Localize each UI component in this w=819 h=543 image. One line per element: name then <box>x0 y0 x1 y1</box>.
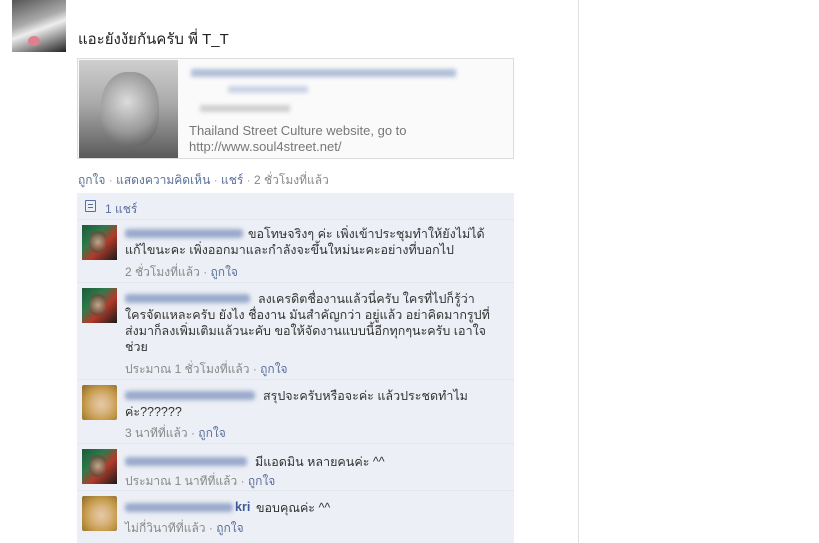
commenter-name-visible[interactable]: kri <box>235 499 250 515</box>
comments-section: 1 แชร์ ขอโทษจริงๆ ค่ะ เพิ่งเข้าประชุมทำใ… <box>77 193 514 543</box>
comment-body: kri ขอบคุณค่ะ ^^ <box>125 500 495 516</box>
comment-body: ลงเครดิตชื่องานแล้วนี่ครับ ใครที่ไปก็รู้… <box>125 291 495 355</box>
commenter-avatar[interactable] <box>82 225 117 260</box>
separator: · <box>246 173 254 187</box>
commenter-avatar[interactable] <box>82 288 117 323</box>
link-source-redacted <box>200 105 290 112</box>
comment-body: ขอโทษจริงๆ ค่ะ เพิ่งเข้าประชุมทำให้ยังไม… <box>125 226 495 258</box>
post-message: แอะยังงัยกันครับ พี่ T_T <box>78 31 229 48</box>
commenter-name-redacted[interactable] <box>125 228 245 238</box>
comment-time[interactable]: 2 ชั่วโมงที่แล้ว <box>125 265 200 279</box>
commenter-name-redacted[interactable] <box>125 293 255 303</box>
comment-item: สรุปจะครับหรือจะค่ะ แล้วประชดทำไมค่ะ????… <box>77 381 514 444</box>
post-actions: ถูกใจ · แสดงความคิดเห็น · แชร์ · 2 ชั่วโ… <box>78 171 329 190</box>
separator: · <box>108 173 117 187</box>
link-url-redacted <box>228 86 308 93</box>
separator: · <box>203 265 211 279</box>
comment-time[interactable]: ไม่กี่วินาทีที่แล้ว <box>125 521 206 535</box>
poster-avatar[interactable] <box>12 0 66 52</box>
comment-time[interactable]: ประมาณ 1 ชั่วโมงที่แล้ว <box>125 362 249 376</box>
page-border <box>578 0 579 543</box>
comment-body: สรุปจะครับหรือจะค่ะ แล้วประชดทำไมค่ะ????… <box>125 388 495 420</box>
comment-meta: ประมาณ 1 นาทีที่แล้ว · ถูกใจ <box>125 472 275 491</box>
share-icon <box>85 200 96 212</box>
link-title-redacted[interactable] <box>191 69 456 77</box>
commenter-name-redacted[interactable] <box>125 390 260 400</box>
commenter-avatar[interactable] <box>82 449 117 484</box>
separator: · <box>213 173 221 187</box>
comment-like-link[interactable]: ถูกใจ <box>198 426 225 440</box>
commenter-name-redacted[interactable] <box>125 456 252 466</box>
shares-row[interactable]: 1 แชร์ <box>77 193 514 220</box>
commenter-name-partial[interactable]: kri <box>125 499 253 515</box>
like-link[interactable]: ถูกใจ <box>78 173 105 187</box>
comment-body: มีแอดมิน หลายคนค่ะ ^^ <box>125 454 495 470</box>
commenter-avatar[interactable] <box>82 496 117 531</box>
commenter-avatar[interactable] <box>82 385 117 420</box>
comment-time[interactable]: ประมาณ 1 นาทีที่แล้ว <box>125 474 237 488</box>
comment-meta: 3 นาทีที่แล้ว · ถูกใจ <box>125 424 226 443</box>
comment-time[interactable]: 3 นาทีที่แล้ว <box>125 426 188 440</box>
post-timestamp[interactable]: 2 ชั่วโมงที่แล้ว <box>254 173 329 187</box>
comment-item: ขอโทษจริงๆ ค่ะ เพิ่งเข้าประชุมทำให้ยังไม… <box>77 221 514 283</box>
shares-count[interactable]: 1 แชร์ <box>105 200 137 219</box>
comment-text: ขอบคุณค่ะ ^^ <box>256 501 331 515</box>
shared-link-card[interactable]: Thailand Street Culture website, go to h… <box>77 58 514 159</box>
comment-item: ลงเครดิตชื่องานแล้วนี่ครับ ใครที่ไปก็รู้… <box>77 284 514 380</box>
share-link[interactable]: แชร์ <box>221 173 243 187</box>
link-thumbnail[interactable] <box>79 60 178 158</box>
comment-meta: 2 ชั่วโมงที่แล้ว · ถูกใจ <box>125 263 238 282</box>
comment-text: มีแอดมิน หลายคนค่ะ ^^ <box>255 455 385 469</box>
comment-like-link[interactable]: ถูกใจ <box>260 362 287 376</box>
comment-like-link[interactable]: ถูกใจ <box>216 521 243 535</box>
comment-like-link[interactable]: ถูกใจ <box>211 265 238 279</box>
comment-item: kri ขอบคุณค่ะ ^^ ไม่กี่วินาทีที่แล้ว · ถู… <box>77 492 514 543</box>
comment-link[interactable]: แสดงความคิดเห็น <box>116 173 210 187</box>
comment-meta: ประมาณ 1 ชั่วโมงที่แล้ว · ถูกใจ <box>125 360 288 379</box>
separator: · <box>240 474 248 488</box>
comment-item: มีแอดมิน หลายคนค่ะ ^^ ประมาณ 1 นาทีที่แล… <box>77 445 514 491</box>
comment-meta: ไม่กี่วินาทีที่แล้ว · ถูกใจ <box>125 519 244 538</box>
thumbnail-portrait <box>101 72 159 146</box>
comment-like-link[interactable]: ถูกใจ <box>248 474 275 488</box>
link-description: Thailand Street Culture website, go to h… <box>189 123 407 154</box>
avatar-detail <box>28 36 40 46</box>
